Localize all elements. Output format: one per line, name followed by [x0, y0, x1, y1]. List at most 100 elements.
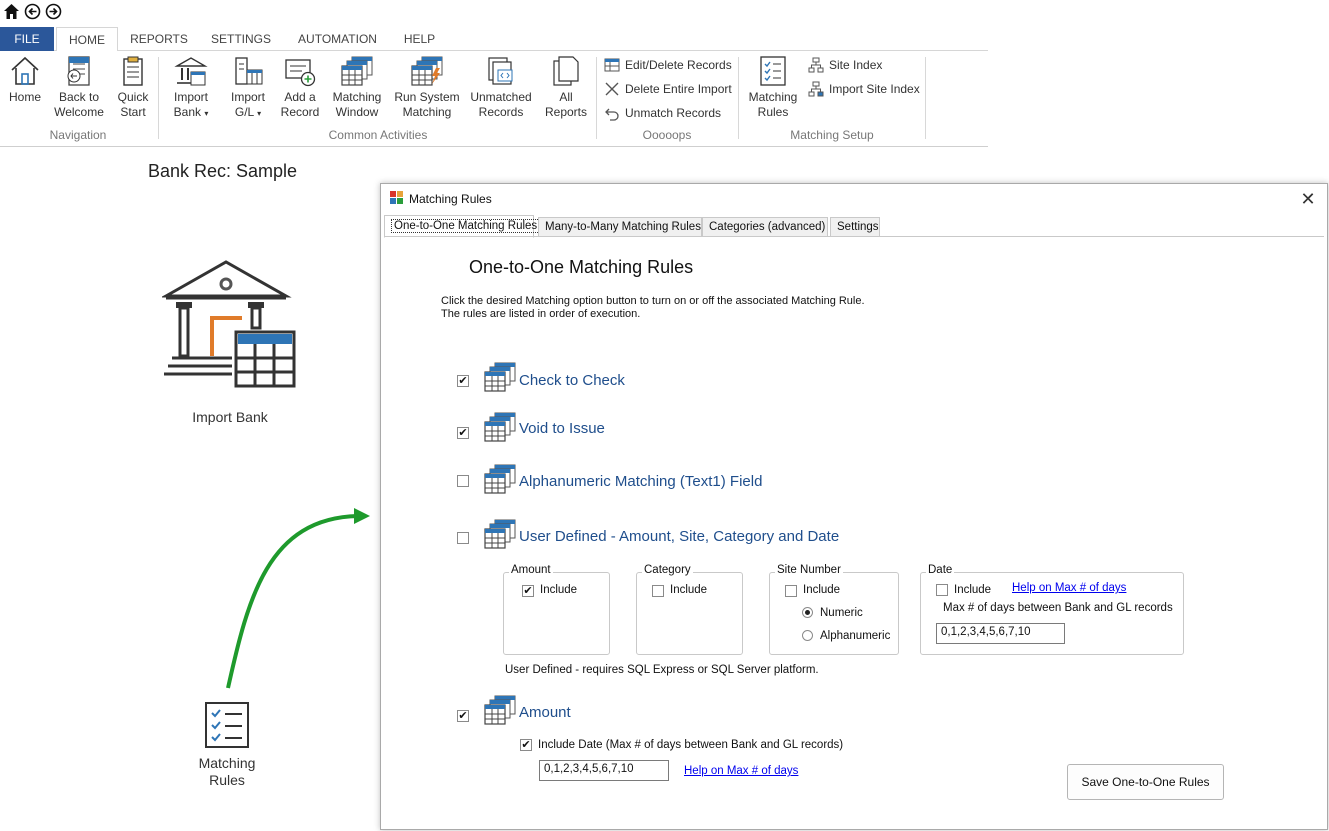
void-to-issue-checkbox[interactable]: ✔	[457, 427, 469, 439]
group-matching-setup-label: Matching Setup	[790, 128, 874, 142]
tab-one-to-one[interactable]: One-to-One Matching Rules	[384, 215, 541, 238]
amount-group-title: Amount	[509, 564, 553, 576]
group-ooops-label: Ooooops	[642, 128, 692, 142]
site-numeric-radio[interactable]	[802, 607, 813, 618]
site-numeric-label: Numeric	[820, 607, 863, 619]
void-to-issue-label[interactable]: Void to Issue	[519, 420, 605, 437]
ud-site-include-label: Include	[803, 584, 841, 596]
ud-amount-include-label: Include	[540, 584, 578, 596]
rule-grid-icon[interactable]	[483, 464, 517, 494]
matching-rules-icon[interactable]	[203, 701, 251, 749]
tab-reports[interactable]: REPORTS	[124, 27, 194, 51]
site-index-label: Site Index	[829, 58, 883, 72]
tab-home[interactable]: HOME	[56, 27, 118, 52]
delete-entire-import-button[interactable]: Delete Entire Import	[604, 79, 732, 99]
import-bank-icon[interactable]	[162, 258, 298, 390]
ud-amount-include-checkbox[interactable]: ✔	[522, 585, 534, 597]
rule-grid-icon[interactable]	[483, 412, 517, 442]
welcome-icon	[67, 54, 96, 88]
tab-file[interactable]: FILE	[0, 27, 54, 51]
ud-site-include-checkbox[interactable]	[785, 585, 797, 597]
add-record-label-1: Add a	[284, 90, 316, 104]
tab-settings[interactable]: Settings	[830, 217, 880, 237]
quick-start-button[interactable]: Quick Start	[112, 54, 154, 120]
tab-help[interactable]: HELP	[397, 27, 442, 51]
amount-checkbox[interactable]: ✔	[457, 710, 469, 722]
ribbon-separator	[925, 57, 926, 139]
home-button[interactable]: Home	[4, 54, 46, 105]
tab-settings[interactable]: SETTINGS	[205, 27, 277, 51]
tab-categories[interactable]: Categories (advanced)	[702, 217, 828, 237]
check-to-check-checkbox[interactable]: ✔	[457, 375, 469, 387]
import-bank-button[interactable]: Import Bank ▾	[166, 54, 216, 121]
ud-category-include-label: Include	[670, 584, 708, 596]
matching-rules-label: Matching Rules	[180, 755, 274, 789]
rule-grid-icon[interactable]	[483, 362, 517, 392]
rule-grid-icon[interactable]	[483, 695, 517, 725]
rule-grid-icon[interactable]	[483, 519, 517, 549]
run-system-label-2: Matching	[402, 105, 452, 119]
matching-window-button[interactable]: Matching Window	[328, 54, 386, 120]
table-edit-icon	[604, 58, 620, 72]
check-to-check-label[interactable]: Check to Check	[519, 372, 625, 389]
category-group-title: Category	[642, 564, 693, 576]
matching-rules-label-line-2: Rules	[209, 772, 245, 788]
edit-delete-label: Edit/Delete Records	[625, 58, 732, 72]
matching-rules-dialog: Matching Rules ✕ One-to-One Matching Rul…	[380, 183, 1328, 830]
run-system-matching-button[interactable]: Run System Matching	[393, 54, 461, 120]
include-date-checkbox[interactable]: ✔	[520, 739, 532, 751]
amount-days-input[interactable]: 0,1,2,3,4,5,6,7,10	[539, 760, 669, 781]
ud-date-help-link[interactable]: Help on Max # of days	[1012, 582, 1126, 594]
site-number-group-title: Site Number	[775, 564, 843, 576]
forward-arrow-icon[interactable]	[45, 3, 62, 20]
ledger-icon	[235, 57, 263, 85]
back-to-welcome-button[interactable]: Back to Welcome	[52, 54, 106, 120]
ud-date-days-input[interactable]: 0,1,2,3,4,5,6,7,10	[936, 623, 1065, 644]
ribbon-separator	[596, 57, 597, 139]
ribbon: Home Back to Welcome Quick Start Navigat…	[0, 51, 988, 147]
home-icon[interactable]	[3, 3, 20, 20]
import-bank-label-1: Import	[173, 90, 208, 104]
user-defined-note: User Defined - requires SQL Express or S…	[505, 664, 819, 676]
site-index-button[interactable]: Site Index	[808, 55, 882, 75]
import-gl-button[interactable]: Import G/L ▾	[224, 54, 272, 121]
add-record-label-2: Record	[280, 105, 320, 119]
alphanumeric-label[interactable]: Alphanumeric Matching (Text1) Field	[519, 473, 762, 490]
import-sitemap-icon	[808, 81, 824, 97]
import-bank-label: Import Bank	[192, 409, 268, 425]
alphanumeric-checkbox[interactable]	[457, 475, 469, 487]
site-alphanumeric-radio[interactable]	[802, 630, 813, 641]
checkmark: ✔	[458, 427, 468, 439]
include-date-label: Include Date (Max # of days between Bank…	[538, 739, 844, 751]
close-icon[interactable]: ✕	[1297, 188, 1319, 210]
amount-rule-label[interactable]: Amount	[519, 704, 571, 721]
tab-many-to-many[interactable]: Many-to-Many Matching Rules	[538, 217, 702, 237]
unmatched-records-button[interactable]: Unmatched Records	[467, 54, 535, 120]
edit-delete-records-button[interactable]: Edit/Delete Records	[604, 55, 732, 75]
save-rules-button[interactable]: Save One-to-One Rules	[1067, 764, 1224, 800]
matching-rules-label-1: Matching	[748, 90, 798, 104]
unmatch-records-button[interactable]: Unmatch Records	[604, 103, 721, 123]
tab-automation[interactable]: AUTOMATION	[290, 27, 385, 51]
amount-help-link[interactable]: Help on Max # of days	[684, 765, 798, 777]
matching-rules-ribbon-button[interactable]: Matching Rules	[744, 54, 802, 120]
ud-date-include-checkbox[interactable]	[936, 584, 948, 596]
quick-access-bar	[3, 3, 62, 20]
import-site-index-label: Import Site Index	[829, 82, 920, 96]
ribbon-separator	[158, 57, 159, 139]
all-reports-button[interactable]: All Reports	[543, 54, 589, 120]
matching-rules-label-line-1: Matching	[198, 755, 256, 771]
user-defined-checkbox[interactable]	[457, 532, 469, 544]
date-group-title: Date	[926, 564, 955, 576]
ud-category-include-checkbox[interactable]	[652, 585, 664, 597]
user-defined-label[interactable]: User Defined - Amount, Site, Category an…	[519, 528, 839, 545]
clipboard-icon	[123, 56, 143, 86]
back-arrow-icon[interactable]	[24, 3, 41, 20]
import-site-index-button[interactable]: Import Site Index	[808, 79, 920, 99]
add-record-button[interactable]: Add a Record	[278, 54, 322, 120]
add-record-icon	[285, 59, 316, 87]
undo-icon	[605, 108, 619, 121]
matching-window-label-2: Window	[335, 105, 379, 119]
guide-arrow	[226, 508, 370, 689]
ud-date-include-label: Include	[954, 584, 992, 596]
